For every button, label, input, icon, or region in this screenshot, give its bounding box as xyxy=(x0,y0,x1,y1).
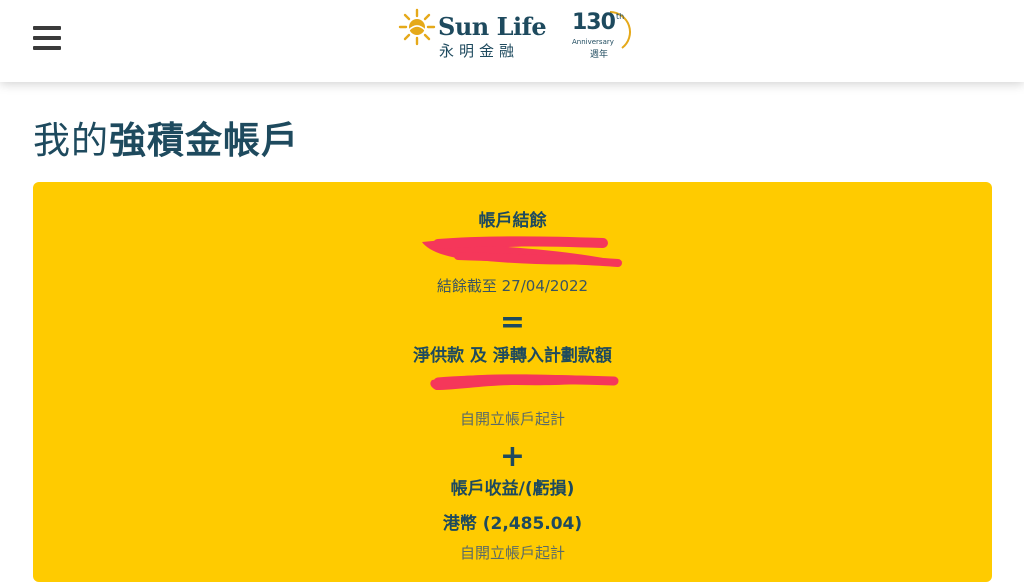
brand-name: Sun Life xyxy=(438,12,547,41)
page-title-prefix: 我的 xyxy=(33,119,109,162)
net-contribution-label: 淨供款 及 淨轉入計劃款額 xyxy=(413,346,612,366)
anniversary-suffix: th xyxy=(616,12,625,21)
anniversary-chinese: 週年 xyxy=(590,50,609,60)
menu-icon[interactable] xyxy=(33,26,61,50)
mpf-account-card: 帳戶結餘 結餘截至 27/04/2022 = 淨供款 及 淨轉入計劃款額 自開立… xyxy=(33,182,992,582)
sun-logo-icon xyxy=(398,8,436,46)
redacted-contribution xyxy=(430,374,619,390)
anniversary-word: Anniversary xyxy=(572,38,614,46)
top-header: Sun Life 永明金融 130 th Anniversary 週年 xyxy=(0,0,1024,82)
anniversary-badge: 130 th Anniversary 週年 xyxy=(570,8,634,60)
since-opening-note-1: 自開立帳戶起計 xyxy=(459,410,565,428)
redacted-balance xyxy=(422,236,623,267)
brand-chinese-name: 永明金融 xyxy=(439,42,520,60)
sun-life-logo[interactable]: Sun Life 永明金融 130 th Anniversary 週年 xyxy=(398,6,638,62)
gain-loss-label: 帳戶收益/(虧損) xyxy=(450,479,575,499)
plus-symbol: + xyxy=(499,439,526,474)
balance-as-of-date: 結餘截至 27/04/2022 xyxy=(436,277,589,295)
since-opening-note-2: 自開立帳戶起計 xyxy=(459,544,565,562)
balance-label: 帳戶結餘 xyxy=(478,211,547,231)
page-title-main: 強積金帳戶 xyxy=(109,119,299,162)
gain-loss-value: 港幣 (2,485.04) xyxy=(442,514,583,534)
anniversary-number: 130 xyxy=(572,10,616,35)
page-title: 我的強積金帳戶 xyxy=(33,110,299,164)
equals-symbol: = xyxy=(499,305,526,340)
